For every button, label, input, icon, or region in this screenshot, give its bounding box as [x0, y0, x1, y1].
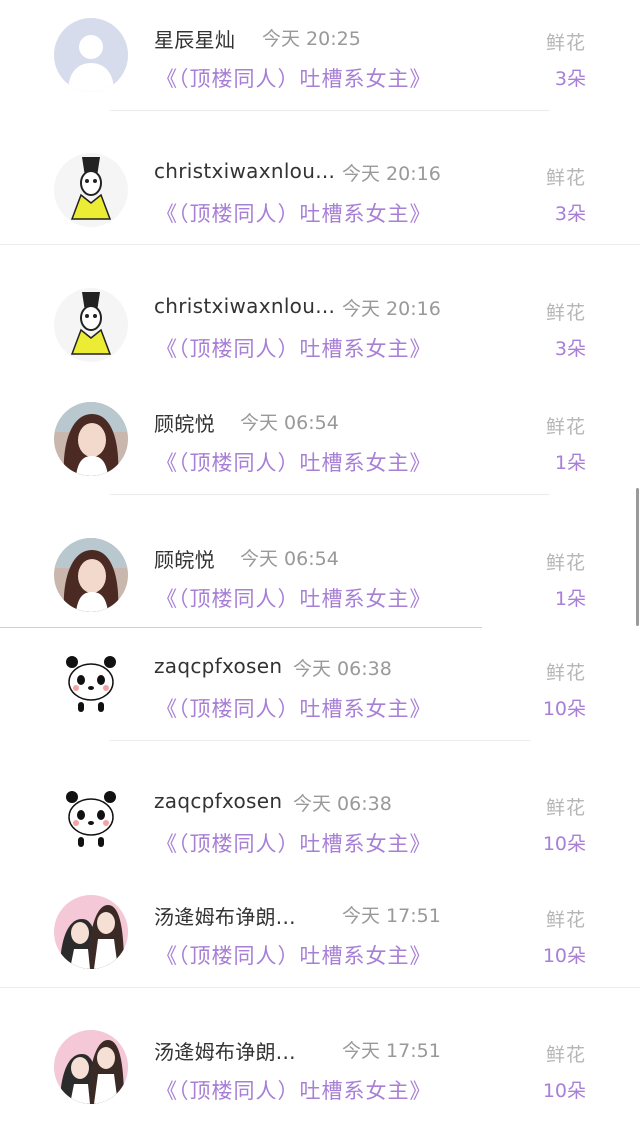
avatar[interactable] — [54, 18, 128, 92]
timestamp: 今天 20:25 — [262, 28, 361, 50]
timestamp: 今天 20:16 — [342, 298, 441, 320]
avatar[interactable] — [54, 895, 128, 969]
timestamp: 今天 06:54 — [240, 412, 339, 434]
list-item[interactable]: 星辰星灿 今天 20:25 《（顶楼同人）吐槽系女主》 鲜花 3朵 — [0, 0, 640, 110]
gift-count: 3朵 — [554, 68, 586, 90]
divider — [110, 110, 550, 111]
divider — [110, 494, 550, 495]
gift-type: 鲜花 — [545, 1044, 586, 1066]
avatar[interactable] — [54, 402, 128, 476]
list-item[interactable]: zaqcpfxosen 今天 06:38 《（顶楼同人）吐槽系女主》 鲜花 10… — [0, 765, 640, 875]
book-title-link[interactable]: 《（顶楼同人）吐槽系女主》 — [156, 447, 432, 477]
couple-photo-avatar — [54, 1030, 128, 1104]
panda-avatar — [54, 648, 128, 722]
avatar[interactable] — [54, 153, 128, 227]
user-name[interactable]: 星辰星灿 — [154, 24, 235, 53]
gift-type: 鲜花 — [545, 552, 586, 574]
book-title-link[interactable]: 《（顶楼同人）吐槽系女主》 — [156, 583, 432, 613]
gift-count: 1朵 — [554, 588, 586, 610]
user-name[interactable]: 汤逄姆布诤朗... — [154, 1036, 296, 1065]
book-title-link[interactable]: 《（顶楼同人）吐槽系女主》 — [156, 1075, 432, 1105]
avatar[interactable] — [54, 648, 128, 722]
user-name[interactable]: zaqcpfxosen — [154, 789, 282, 813]
user-name[interactable]: 顾皖悦 — [154, 544, 215, 573]
timestamp: 今天 06:38 — [293, 658, 392, 680]
couple-photo-avatar — [54, 895, 128, 969]
book-title-link[interactable]: 《（顶楼同人）吐槽系女主》 — [156, 828, 432, 858]
gift-count: 3朵 — [554, 338, 586, 360]
gift-type: 鲜花 — [545, 32, 586, 54]
book-title-link[interactable]: 《（顶楼同人）吐槽系女主》 — [156, 333, 432, 363]
default-avatar-icon — [54, 18, 128, 92]
divider — [0, 627, 482, 628]
timestamp: 今天 06:54 — [240, 548, 339, 570]
list-item[interactable]: zaqcpfxosen 今天 06:38 《（顶楼同人）吐槽系女主》 鲜花 10… — [0, 630, 640, 740]
gift-type: 鲜花 — [545, 416, 586, 438]
timestamp: 今天 17:51 — [342, 1040, 441, 1062]
user-name[interactable]: christxiwaxnlou... — [154, 294, 335, 318]
book-title-link[interactable]: 《（顶楼同人）吐槽系女主》 — [156, 63, 432, 93]
avatar[interactable] — [54, 538, 128, 612]
gift-type: 鲜花 — [545, 797, 586, 819]
timestamp: 今天 06:38 — [293, 793, 392, 815]
divider — [0, 987, 640, 988]
gift-record-list: 星辰星灿 今天 20:25 《（顶楼同人）吐槽系女主》 鲜花 3朵 christ… — [0, 0, 640, 1120]
book-title-link[interactable]: 《（顶楼同人）吐槽系女主》 — [156, 693, 432, 723]
girl-photo-avatar — [54, 402, 128, 476]
gift-count: 10朵 — [542, 833, 586, 855]
gift-count: 10朵 — [542, 1080, 586, 1102]
timestamp: 今天 20:16 — [342, 163, 441, 185]
gift-type: 鲜花 — [545, 909, 586, 931]
gift-count: 10朵 — [542, 698, 586, 720]
gift-count: 3朵 — [554, 203, 586, 225]
list-item[interactable]: 顾皖悦 今天 06:54 《（顶楼同人）吐槽系女主》 鲜花 1朵 — [0, 520, 640, 630]
user-name[interactable]: 顾皖悦 — [154, 408, 215, 437]
avatar[interactable] — [54, 1030, 128, 1104]
book-title-link[interactable]: 《（顶楼同人）吐槽系女主》 — [156, 940, 432, 970]
user-name[interactable]: christxiwaxnlou... — [154, 159, 335, 183]
divider — [110, 740, 530, 741]
panda-avatar — [54, 783, 128, 857]
cartoon-character-avatar — [54, 153, 128, 227]
gift-type: 鲜花 — [545, 167, 586, 189]
list-item[interactable]: christxiwaxnlou... 今天 20:16 《（顶楼同人）吐槽系女主… — [0, 135, 640, 245]
list-item[interactable]: 顾皖悦 今天 06:54 《（顶楼同人）吐槽系女主》 鲜花 1朵 — [0, 384, 640, 494]
gift-count: 10朵 — [542, 945, 586, 967]
divider — [0, 244, 640, 245]
list-item[interactable]: 汤逄姆布诤朗... 今天 17:51 《（顶楼同人）吐槽系女主》 鲜花 10朵 — [0, 1012, 640, 1122]
gift-count: 1朵 — [554, 452, 586, 474]
timestamp: 今天 17:51 — [342, 905, 441, 927]
scrollbar[interactable] — [636, 488, 639, 626]
book-title-link[interactable]: 《（顶楼同人）吐槽系女主》 — [156, 198, 432, 228]
avatar[interactable] — [54, 783, 128, 857]
gift-type: 鲜花 — [545, 662, 586, 684]
avatar[interactable] — [54, 288, 128, 362]
list-item[interactable]: 汤逄姆布诤朗... 今天 17:51 《（顶楼同人）吐槽系女主》 鲜花 10朵 — [0, 877, 640, 987]
girl-photo-avatar — [54, 538, 128, 612]
gift-type: 鲜花 — [545, 302, 586, 324]
user-name[interactable]: zaqcpfxosen — [154, 654, 282, 678]
list-item[interactable]: christxiwaxnlou... 今天 20:16 《（顶楼同人）吐槽系女主… — [0, 270, 640, 380]
user-name[interactable]: 汤逄姆布诤朗... — [154, 901, 296, 930]
cartoon-character-avatar — [54, 288, 128, 362]
